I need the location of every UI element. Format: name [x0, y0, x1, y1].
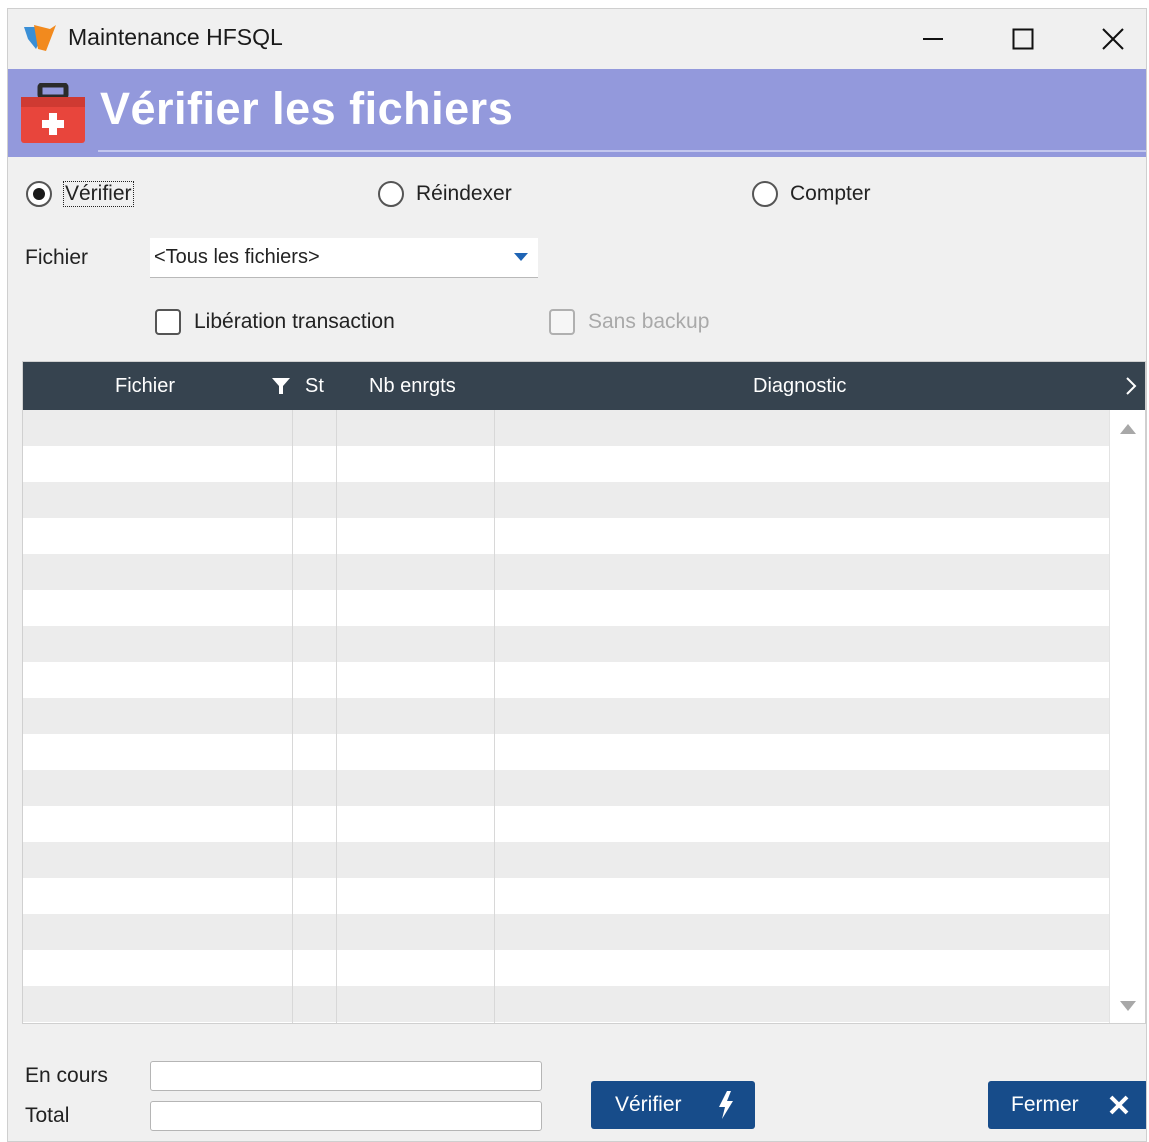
- table-row[interactable]: [23, 626, 1111, 662]
- close-window-button[interactable]: [1068, 9, 1146, 69]
- checkbox-sans-backup: Sans backup: [549, 307, 709, 337]
- close-button-label: Fermer: [1011, 1093, 1079, 1116]
- file-combo-value: <Tous les fichiers>: [154, 246, 320, 268]
- page-title: Vérifier les fichiers: [100, 83, 514, 134]
- first-aid-kit-icon: [21, 83, 85, 143]
- radio-reindexer-label: Réindexer: [416, 182, 512, 205]
- file-combo[interactable]: <Tous les fichiers>: [150, 238, 538, 278]
- column-separator: [494, 410, 495, 1023]
- maximize-icon: [1012, 28, 1034, 50]
- checkbox-liberation-label: Libération transaction: [194, 310, 395, 333]
- table-row[interactable]: [23, 446, 1111, 482]
- table-row[interactable]: [23, 842, 1111, 878]
- x-icon: [1109, 1095, 1129, 1115]
- table-row[interactable]: [23, 698, 1111, 734]
- table-row[interactable]: [23, 878, 1111, 914]
- checkbox-box: [549, 309, 575, 335]
- column-separator: [336, 410, 337, 1023]
- vertical-scrollbar[interactable]: [1109, 410, 1145, 1023]
- verify-button-label: Vérifier: [615, 1093, 682, 1116]
- file-filter-label: Fichier: [25, 246, 89, 269]
- close-icon: [1102, 28, 1124, 50]
- title-bar: Maintenance HFSQL: [8, 9, 1146, 69]
- table-header: Fichier St Nb enrgts Diagnostic: [23, 362, 1145, 410]
- progress-current-bar: [150, 1061, 542, 1091]
- app-logo-icon: [24, 25, 56, 51]
- checkbox-sans-backup-label: Sans backup: [588, 310, 710, 333]
- table-row[interactable]: [23, 590, 1111, 626]
- radio-verifier[interactable]: Vérifier: [26, 179, 134, 209]
- checkbox-liberation-transaction[interactable]: Libération transaction: [155, 307, 395, 337]
- table-row[interactable]: [23, 950, 1111, 986]
- column-header-diagnostic[interactable]: Diagnostic: [753, 362, 846, 410]
- close-button[interactable]: Fermer: [988, 1081, 1146, 1129]
- table-row[interactable]: [23, 554, 1111, 590]
- chevron-right-icon[interactable]: [1123, 374, 1139, 398]
- verify-button[interactable]: Vérifier: [591, 1081, 755, 1129]
- radio-verifier-label: Vérifier: [63, 181, 134, 207]
- table-row[interactable]: [23, 662, 1111, 698]
- results-table[interactable]: Fichier St Nb enrgts Diagnostic: [22, 361, 1146, 1024]
- maintenance-window: Maintenance HFSQL Vérifier les fichiers …: [7, 8, 1147, 1142]
- radio-compter-label: Compter: [790, 182, 871, 205]
- radio-compter[interactable]: Compter: [752, 179, 871, 209]
- table-row[interactable]: [23, 770, 1111, 806]
- progress-total-bar: [150, 1101, 542, 1131]
- minimize-button[interactable]: [888, 9, 978, 69]
- column-header-fichier[interactable]: Fichier: [115, 362, 175, 410]
- maximize-button[interactable]: [978, 9, 1068, 69]
- minimize-icon: [923, 38, 943, 40]
- radio-reindexer[interactable]: Réindexer: [378, 179, 512, 209]
- table-row[interactable]: [23, 914, 1111, 950]
- chevron-down-icon: [514, 253, 528, 261]
- filter-icon[interactable]: [271, 376, 291, 396]
- header-underline: [98, 150, 1146, 152]
- column-header-nb-enrgts[interactable]: Nb enrgts: [369, 362, 456, 410]
- radio-selected-indicator: [26, 181, 52, 207]
- table-row[interactable]: [23, 410, 1111, 446]
- lightning-icon: [719, 1091, 733, 1119]
- column-separator: [292, 410, 293, 1023]
- column-header-st[interactable]: St: [305, 362, 324, 410]
- radio-indicator: [752, 181, 778, 207]
- table-body: [23, 410, 1111, 1023]
- scroll-down-icon[interactable]: [1120, 1001, 1136, 1011]
- window-title: Maintenance HFSQL: [68, 24, 283, 50]
- table-row[interactable]: [23, 986, 1111, 1022]
- checkbox-box: [155, 309, 181, 335]
- table-row[interactable]: [23, 734, 1111, 770]
- page-header: Vérifier les fichiers: [8, 69, 1146, 157]
- table-row[interactable]: [23, 518, 1111, 554]
- progress-current-label: En cours: [25, 1064, 108, 1087]
- table-row[interactable]: [23, 482, 1111, 518]
- scroll-up-icon[interactable]: [1120, 424, 1136, 434]
- progress-total-label: Total: [25, 1104, 70, 1127]
- table-row[interactable]: [23, 806, 1111, 842]
- radio-indicator: [378, 181, 404, 207]
